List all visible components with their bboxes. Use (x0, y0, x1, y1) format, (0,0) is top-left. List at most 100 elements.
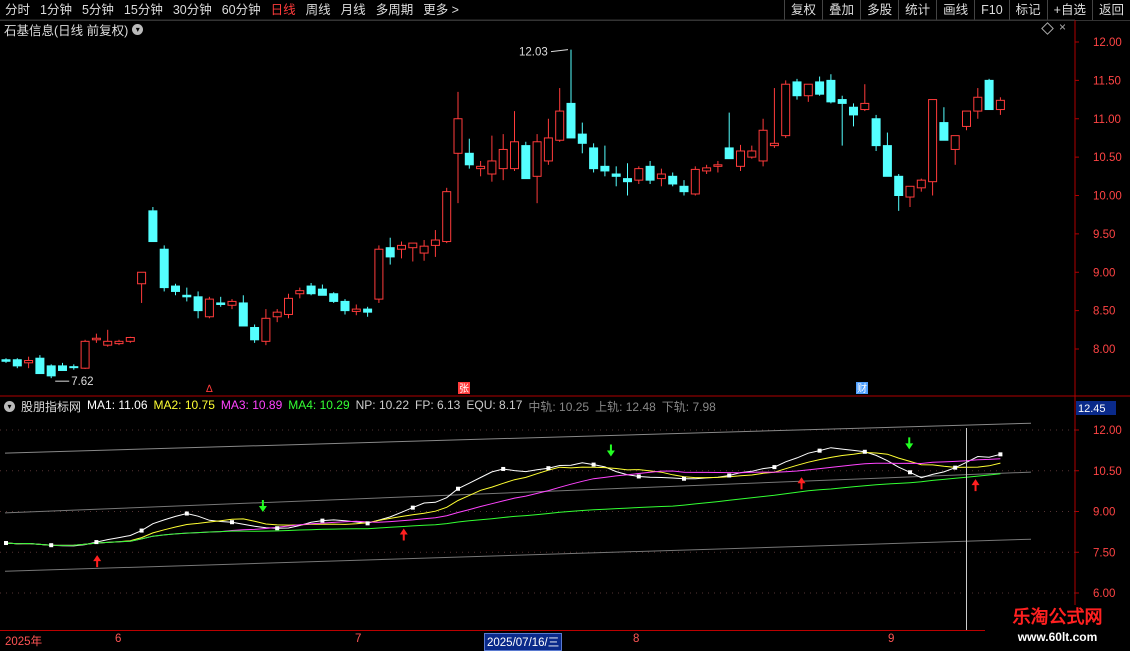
candle-body (577, 133, 587, 144)
ma1-point (682, 476, 686, 481)
candle-body (250, 327, 260, 341)
tool-button-7[interactable]: +自选 (1046, 0, 1092, 20)
candle-body (374, 248, 384, 300)
candle-body (227, 300, 237, 306)
close-icon[interactable]: × (1059, 20, 1066, 34)
candle-body (713, 164, 723, 167)
candle-body (159, 248, 169, 289)
candle-body (611, 173, 621, 177)
candle-body (58, 365, 67, 371)
candle-body (453, 118, 463, 154)
candle-body (125, 336, 135, 342)
timeframe-tab-2[interactable]: 5分钟 (77, 0, 119, 20)
buy-signal-arrow (93, 555, 102, 568)
candle-body (758, 129, 768, 162)
ma1-point (591, 462, 596, 467)
candle-body (193, 296, 203, 312)
ma1-point (275, 526, 280, 531)
stock-title: 石基信息(日线 前复权) (4, 23, 129, 38)
timeframe-tab-6[interactable]: 日线 (266, 0, 301, 20)
timeframe-tab-7[interactable]: 周线 (301, 0, 336, 20)
timeframe-tab-5[interactable]: 60分钟 (217, 0, 266, 20)
candle-body (12, 359, 22, 367)
ma1-point (365, 521, 370, 526)
candle-body (984, 79, 994, 111)
event-marker-label: 张 (459, 383, 469, 395)
candle-body (476, 165, 486, 170)
timeframe-tab-9[interactable]: 多周期 (371, 0, 419, 20)
indicator-value-9: 下轨: 7.98 (661, 399, 716, 414)
candle-body (498, 148, 508, 170)
candle-body (815, 81, 825, 95)
candle-body (1, 359, 11, 362)
diamond-icon[interactable] (1041, 22, 1054, 35)
candle-body (837, 99, 847, 104)
candle-body (781, 83, 791, 137)
candle-body (747, 150, 757, 158)
candle-body (905, 185, 915, 198)
price-tick-label: 10.50 (1093, 152, 1122, 164)
indicator-header: ▾ 股朋指标网 MA1: 11.06 MA2: 10.75 MA3: 10.89 MA… (4, 398, 716, 414)
timeframe-tab-3[interactable]: 15分钟 (119, 0, 168, 20)
candle-body (363, 308, 373, 313)
timeframe-tab-1[interactable]: 1分钟 (35, 0, 77, 20)
candle-body (555, 110, 565, 141)
candle-body (939, 122, 949, 141)
price-tick-label: 9.00 (1093, 267, 1115, 279)
candle-body (430, 239, 440, 246)
price-tick-label: 12.00 (1093, 37, 1122, 49)
indicator-value-5: FP: 6.13 (415, 397, 461, 412)
ma3-line (5, 458, 1001, 546)
tool-button-2[interactable]: 多股 (860, 0, 898, 20)
candle-body (351, 308, 361, 312)
ma1-point (862, 449, 867, 454)
date-label-2: 7 (355, 633, 362, 645)
candle-body (464, 152, 474, 166)
indicator-value-7: 中轨: 10.25 (528, 399, 590, 414)
timeframe-tab-4[interactable]: 30分钟 (168, 0, 217, 20)
candle-body (272, 311, 282, 318)
indicator-value-box (1076, 401, 1116, 415)
candlestick-chart[interactable]: 12.00 11.50 11.00 10.50 10.00 9.50 9.00 8.50 8.0… (0, 0, 1130, 650)
candle-body (24, 360, 34, 364)
candle-body (91, 337, 101, 341)
tool-button-8[interactable]: 返回 (1091, 0, 1130, 20)
candle-body (645, 165, 655, 181)
date-label-3: 2025/07/16/三 (484, 633, 563, 651)
ma1-point (94, 540, 99, 545)
indicator-value-1: MA2: 10.75 (153, 397, 215, 412)
event-marker-box (458, 382, 470, 394)
candle-body (46, 365, 56, 377)
tool-button-6[interactable]: 标记 (1008, 0, 1047, 20)
timeframe-tab-10[interactable]: 更多 > (418, 0, 464, 20)
chevron-down-icon[interactable]: ▾ (4, 400, 15, 412)
tool-button-3[interactable]: 统计 (898, 0, 936, 20)
candle-body (600, 165, 610, 172)
tool-button-4[interactable]: 画线 (936, 0, 974, 20)
timeframe-tab-8[interactable]: 月线 (336, 0, 371, 20)
candle-body (385, 247, 395, 258)
ma1-point (908, 470, 912, 475)
ma1-point (636, 474, 641, 479)
main-chart-header: 石基信息(日线 前复权) ▾ (4, 21, 144, 38)
ma1-point (456, 486, 460, 491)
indicator-name: 股朋指标网 (21, 399, 82, 414)
ma1-line (5, 447, 1001, 547)
tool-button-0[interactable]: 复权 (784, 0, 822, 20)
tool-button-5[interactable]: F10 (974, 0, 1009, 20)
max-price-arrow (550, 49, 569, 53)
date-label-5: 9 (888, 633, 895, 645)
buy-signal-arrow (971, 479, 980, 492)
price-tick-label: 11.50 (1093, 75, 1121, 87)
sell-signal-arrow (606, 444, 615, 457)
tool-button-1[interactable]: 叠加 (822, 0, 860, 20)
ma1-point (230, 520, 234, 525)
timeframe-tab-0[interactable]: 分时 (0, 0, 35, 20)
candle-body (724, 147, 734, 160)
chevron-down-icon[interactable]: ▾ (132, 23, 144, 35)
candle-body (521, 145, 531, 180)
candle-body (792, 81, 802, 97)
candle-body (306, 285, 316, 295)
candle-body (103, 340, 113, 346)
candle-body (702, 167, 712, 172)
